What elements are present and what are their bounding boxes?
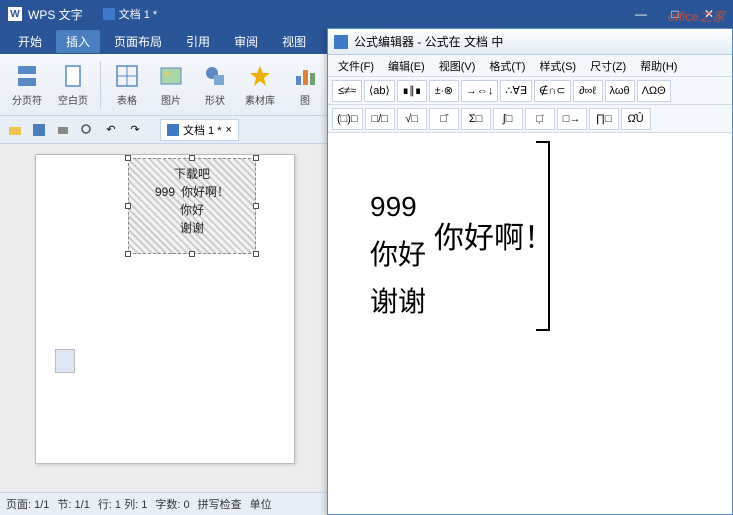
equation-canvas[interactable]: 999 你好 谢谢 你好啊！	[328, 133, 732, 513]
eq-menu-file[interactable]: 文件(F)	[332, 56, 380, 76]
ribbon-page-break[interactable]: 分页符	[8, 62, 46, 107]
preview-icon[interactable]	[78, 121, 96, 139]
open-icon[interactable]	[6, 121, 24, 139]
resize-handle[interactable]	[189, 155, 195, 161]
eq-tpl-labeled-arrow[interactable]: □→	[557, 108, 587, 130]
resize-handle[interactable]	[253, 251, 259, 257]
equation-editor-titlebar[interactable]: 公式编辑器 - 公式在 文档 中	[328, 29, 732, 55]
eq-tool-greek-upper[interactable]: ΛΩΘ	[637, 80, 671, 102]
ribbon-blank-page[interactable]: 空白页	[54, 62, 92, 107]
redo-icon[interactable]: ↷	[126, 121, 144, 139]
ribbon-separator	[100, 61, 101, 109]
titlebar[interactable]: W WPS 文字 文档 1 * — □ ✕ office之家	[0, 0, 733, 28]
eq-tpl-bar[interactable]: □̄	[429, 108, 459, 130]
picture-icon	[157, 62, 185, 90]
equation-left-column: 999 你好 谢谢	[370, 183, 426, 326]
equation-editor-icon	[334, 35, 348, 49]
eq-tpl-hat[interactable]: Ω̂Û	[621, 108, 651, 130]
close-tab-icon[interactable]: ×	[226, 124, 232, 136]
status-chars[interactable]: 字数: 0	[155, 496, 189, 512]
eq-menu-format[interactable]: 格式(T)	[483, 56, 531, 76]
menu-page-layout[interactable]: 页面布局	[104, 30, 172, 53]
eq-tpl-integral[interactable]: ∫□	[493, 108, 523, 130]
eq-tpl-fraction[interactable]: □/□	[365, 108, 395, 130]
status-spellcheck[interactable]: 拼写检查	[198, 496, 242, 512]
resize-handle[interactable]	[125, 251, 131, 257]
resize-handle[interactable]	[253, 155, 259, 161]
eq-tpl-product[interactable]: ∏□	[589, 108, 619, 130]
undo-icon[interactable]: ↶	[102, 121, 120, 139]
status-position[interactable]: 行: 1 列: 1	[98, 496, 148, 512]
document-tab[interactable]: 文档 1 *	[103, 6, 158, 22]
eq-tpl-underover[interactable]: □̣̇	[525, 108, 555, 130]
star-icon	[246, 62, 274, 90]
equation-right-text: 你好啊！	[434, 213, 554, 257]
ribbon-table[interactable]: 表格	[109, 62, 145, 107]
menu-review[interactable]: 审阅	[224, 30, 268, 53]
eq-tool-greek-lower[interactable]: λωθ	[605, 80, 635, 102]
eq-menu-size[interactable]: 尺寸(Z)	[584, 56, 632, 76]
status-bar: 页面: 1/1 节: 1/1 行: 1 列: 1 字数: 0 拼写检查 单位	[0, 492, 327, 515]
eq-tool-relations[interactable]: ≤≠≈	[332, 80, 362, 102]
document-icon	[103, 8, 115, 20]
menu-view[interactable]: 视图	[272, 30, 316, 53]
eq-tool-operators[interactable]: ±∙⊗	[429, 80, 459, 102]
eq-menu-help[interactable]: 帮助(H)	[634, 56, 683, 76]
eq-menu-edit[interactable]: 编辑(E)	[382, 56, 431, 76]
quick-doc-tab[interactable]: 文档 1 * ×	[160, 119, 239, 141]
eq-tool-logic[interactable]: ∴∀∃	[500, 80, 531, 102]
resize-handle[interactable]	[125, 155, 131, 161]
eq-menu-style[interactable]: 样式(S)	[533, 56, 582, 76]
eq-tpl-fences[interactable]: (□)□	[332, 108, 363, 130]
eq-template-toolbar-2: (□)□ □/□ √□ □̄ Σ□ ∫□ □̣̇ □→ ∏□ Ω̂Û	[328, 105, 732, 133]
status-page[interactable]: 页面: 1/1	[6, 496, 49, 512]
print-icon[interactable]	[54, 121, 72, 139]
resize-handle[interactable]	[189, 251, 195, 257]
minimize-button[interactable]: —	[625, 4, 657, 24]
status-section[interactable]: 节: 1/1	[57, 496, 89, 512]
eq-symbol-toolbar-1: ≤≠≈ ⟨ab⟩ ∎∥∎ ±∙⊗ →⇔↓ ∴∀∃ ∉∩⊂ ∂∞ℓ λωθ ΛΩΘ	[328, 77, 732, 105]
equation-editor-menubar: 文件(F) 编辑(E) 视图(V) 格式(T) 样式(S) 尺寸(Z) 帮助(H…	[328, 55, 732, 77]
app-title: WPS 文字	[28, 6, 83, 23]
formula-preview: 下载吧 999你好啊！ 你好 谢谢	[129, 159, 255, 237]
document-tab-label: 文档 1 *	[119, 6, 158, 22]
eq-tpl-sum[interactable]: Σ□	[461, 108, 491, 130]
equation-editor-window: 公式编辑器 - 公式在 文档 中 文件(F) 编辑(E) 视图(V) 格式(T)…	[327, 28, 733, 515]
wps-app-icon: W	[8, 7, 22, 21]
resize-handle[interactable]	[125, 203, 131, 209]
blank-page-icon	[59, 62, 87, 90]
ribbon-picture[interactable]: 图片	[153, 62, 189, 107]
page-break-icon	[13, 62, 41, 90]
ribbon-shapes[interactable]: 形状	[197, 62, 233, 107]
table-icon	[113, 62, 141, 90]
wps-window: W WPS 文字 文档 1 * — □ ✕ office之家 开始 插入 页面布…	[0, 0, 733, 515]
menu-references[interactable]: 引用	[176, 30, 220, 53]
eq-tool-set[interactable]: ∉∩⊂	[534, 80, 571, 102]
eq-tool-arrows[interactable]: →⇔↓	[461, 80, 499, 102]
formula-object-selected[interactable]: 下载吧 999你好啊！ 你好 谢谢	[128, 158, 256, 254]
resize-handle[interactable]	[253, 203, 259, 209]
ribbon-library[interactable]: 素材库	[241, 62, 279, 107]
menu-insert[interactable]: 插入	[56, 30, 100, 53]
save-icon[interactable]	[30, 121, 48, 139]
chart-icon	[291, 62, 319, 90]
equation-editor-title: 公式编辑器 - 公式在 文档 中	[354, 33, 503, 50]
document-icon	[167, 124, 179, 136]
eq-tool-spaces[interactable]: ⟨ab⟩	[364, 80, 395, 102]
eq-tool-misc[interactable]: ∂∞ℓ	[573, 80, 603, 102]
shapes-icon	[201, 62, 229, 90]
eq-tpl-radical[interactable]: √□	[397, 108, 427, 130]
nav-thumbnail[interactable]	[55, 349, 75, 373]
menu-start[interactable]: 开始	[8, 30, 52, 53]
watermark-text: office之家	[668, 6, 725, 25]
eq-menu-view[interactable]: 视图(V)	[433, 56, 482, 76]
status-extra[interactable]: 单位	[250, 496, 272, 512]
ribbon-chart[interactable]: 图	[287, 62, 323, 107]
eq-tool-embellish[interactable]: ∎∥∎	[397, 80, 427, 102]
